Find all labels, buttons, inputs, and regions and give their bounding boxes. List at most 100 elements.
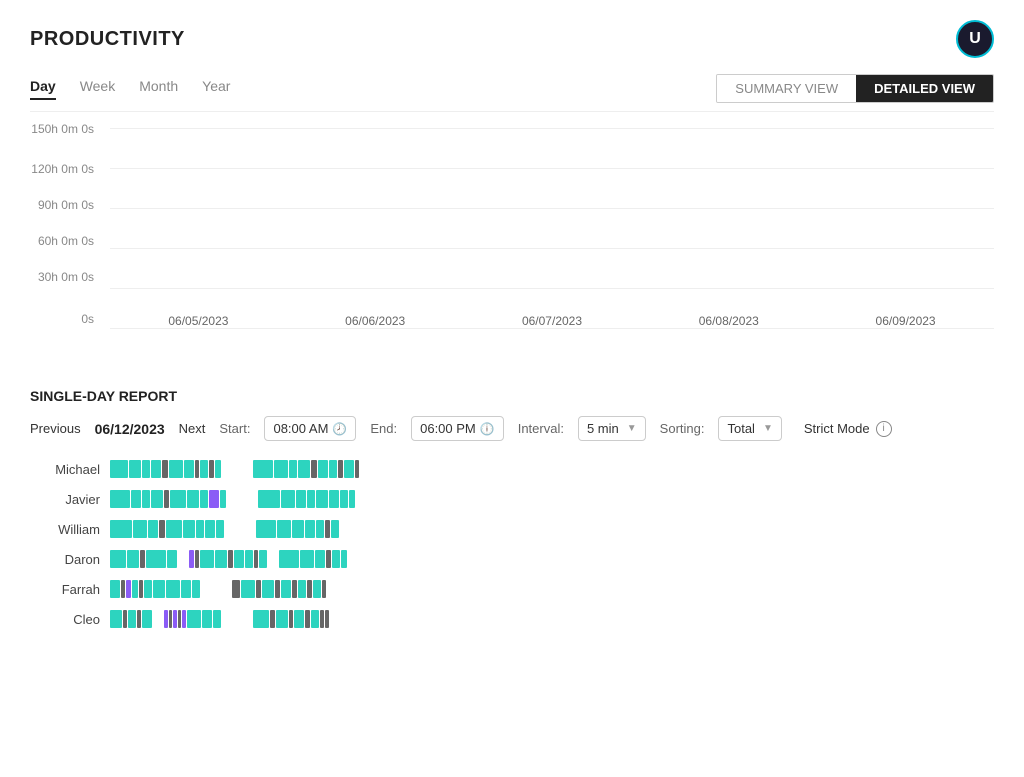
gantt-segment-dark	[338, 460, 343, 478]
strict-mode-control: Strict Mode i	[804, 421, 892, 437]
gantt-segment-dark	[256, 580, 261, 598]
report-date: 06/12/2023	[95, 421, 165, 437]
gantt-segment-teal	[245, 550, 253, 568]
gantt-segment-purple	[126, 580, 131, 598]
gantt-segment-teal	[110, 550, 126, 568]
gantt-segment-dark	[178, 610, 181, 628]
gantt-segment-teal	[253, 610, 269, 628]
gantt-segment-dark	[292, 580, 297, 598]
strict-mode-info-icon[interactable]: i	[876, 421, 892, 437]
detailed-view-button[interactable]: DETAILED VIEW	[856, 75, 993, 102]
gantt-segment-teal	[131, 490, 141, 508]
gantt-row: Javier	[30, 487, 994, 511]
gantt-segment-dark	[121, 580, 125, 598]
gantt-segment-teal	[292, 520, 304, 538]
gantt-segment-teal	[313, 580, 321, 598]
gantt-segment-gap	[268, 550, 278, 568]
strict-mode-label: Strict Mode	[804, 421, 870, 436]
gantt-chart: Michael Javier William Daron Farrah Cleo	[30, 457, 994, 631]
gantt-segment-teal	[213, 610, 221, 628]
gantt-segment-teal	[329, 490, 339, 508]
gantt-segment-dark	[311, 460, 317, 478]
gantt-segment-teal	[110, 490, 130, 508]
gantt-segment-purple	[164, 610, 168, 628]
gantt-row: Cleo	[30, 607, 994, 631]
previous-button[interactable]: Previous	[30, 421, 81, 436]
interval-label: Interval:	[518, 421, 564, 436]
gantt-segment-dark	[325, 610, 329, 628]
tab-month[interactable]: Month	[139, 78, 178, 100]
start-label: Start:	[219, 421, 250, 436]
gantt-segment-teal	[183, 520, 195, 538]
gantt-segment-teal	[142, 490, 150, 508]
gantt-segment-dark	[320, 610, 324, 628]
sorting-label: Sorting:	[660, 421, 705, 436]
gantt-segment-dark	[254, 550, 258, 568]
view-toggle: SUMMARY VIEW DETAILED VIEW	[716, 74, 994, 103]
start-time-input[interactable]: 08:00 AM 🕗	[264, 416, 356, 441]
gantt-segment-teal	[129, 460, 141, 478]
gantt-row-name: William	[30, 522, 110, 537]
gantt-segment-teal	[215, 550, 227, 568]
gantt-row: Daron	[30, 547, 994, 571]
gantt-segment-teal	[200, 460, 208, 478]
gantt-segment-dark	[164, 490, 169, 508]
bar-06-09: 06/09/2023	[817, 308, 994, 328]
gantt-segment-gap	[178, 550, 188, 568]
gantt-segment-teal	[234, 550, 244, 568]
gantt-segment-teal	[169, 460, 183, 478]
tab-week[interactable]: Week	[80, 78, 116, 100]
gantt-segment-teal	[170, 490, 186, 508]
gantt-segment-teal	[296, 490, 306, 508]
gantt-segment-teal	[294, 610, 304, 628]
gantt-segment-teal	[311, 610, 319, 628]
gantt-segment-dark	[139, 580, 143, 598]
interval-select[interactable]: 5 min	[578, 416, 646, 441]
gantt-segment-gap	[201, 580, 231, 598]
tab-day[interactable]: Day	[30, 78, 56, 100]
avatar[interactable]: U	[956, 20, 994, 58]
summary-view-button[interactable]: SUMMARY VIEW	[717, 75, 856, 102]
gantt-segment-dark	[123, 610, 127, 628]
gantt-segment-gap	[222, 610, 252, 628]
gantt-row-name: Javier	[30, 492, 110, 507]
gantt-segment-teal	[276, 610, 288, 628]
gantt-segment-dark	[140, 550, 145, 568]
gantt-segment-gap	[153, 610, 163, 628]
next-button[interactable]: Next	[179, 421, 206, 436]
tab-year[interactable]: Year	[202, 78, 230, 100]
gantt-row-name: Farrah	[30, 582, 110, 597]
gantt-segment-teal	[253, 460, 273, 478]
gantt-segment-teal	[216, 520, 224, 538]
gantt-segment-teal	[187, 490, 199, 508]
sorting-select[interactable]: Total	[718, 416, 781, 441]
gantt-row-bars	[110, 490, 994, 508]
gantt-segment-dark	[228, 550, 233, 568]
gantt-segment-dark	[209, 460, 214, 478]
end-time-input[interactable]: 06:00 PM 🕕	[411, 416, 504, 441]
gantt-segment-teal	[196, 520, 204, 538]
gantt-segment-teal	[202, 610, 212, 628]
gantt-row-bars	[110, 610, 994, 628]
gantt-segment-teal	[256, 520, 276, 538]
gantt-segment-dark	[289, 610, 293, 628]
gantt-segment-teal	[144, 580, 152, 598]
gantt-segment-teal	[166, 580, 180, 598]
gantt-row-bars	[110, 580, 994, 598]
gantt-segment-teal	[132, 580, 138, 598]
bar-06-07: 06/07/2023	[464, 308, 641, 328]
gantt-segment-dark	[195, 550, 199, 568]
gantt-row: William	[30, 517, 994, 541]
bar-06-08: 06/08/2023	[640, 308, 817, 328]
gantt-segment-teal	[184, 460, 194, 478]
gantt-row: Michael	[30, 457, 994, 481]
gantt-segment-teal	[220, 490, 226, 508]
gantt-segment-teal	[329, 460, 337, 478]
gantt-segment-teal	[200, 550, 214, 568]
gantt-segment-teal	[128, 610, 136, 628]
page-title: PRODUCTIVITY	[30, 28, 185, 51]
gantt-segment-dark	[137, 610, 141, 628]
end-label: End:	[370, 421, 397, 436]
gantt-segment-purple	[209, 490, 219, 508]
gantt-segment-dark	[162, 460, 168, 478]
